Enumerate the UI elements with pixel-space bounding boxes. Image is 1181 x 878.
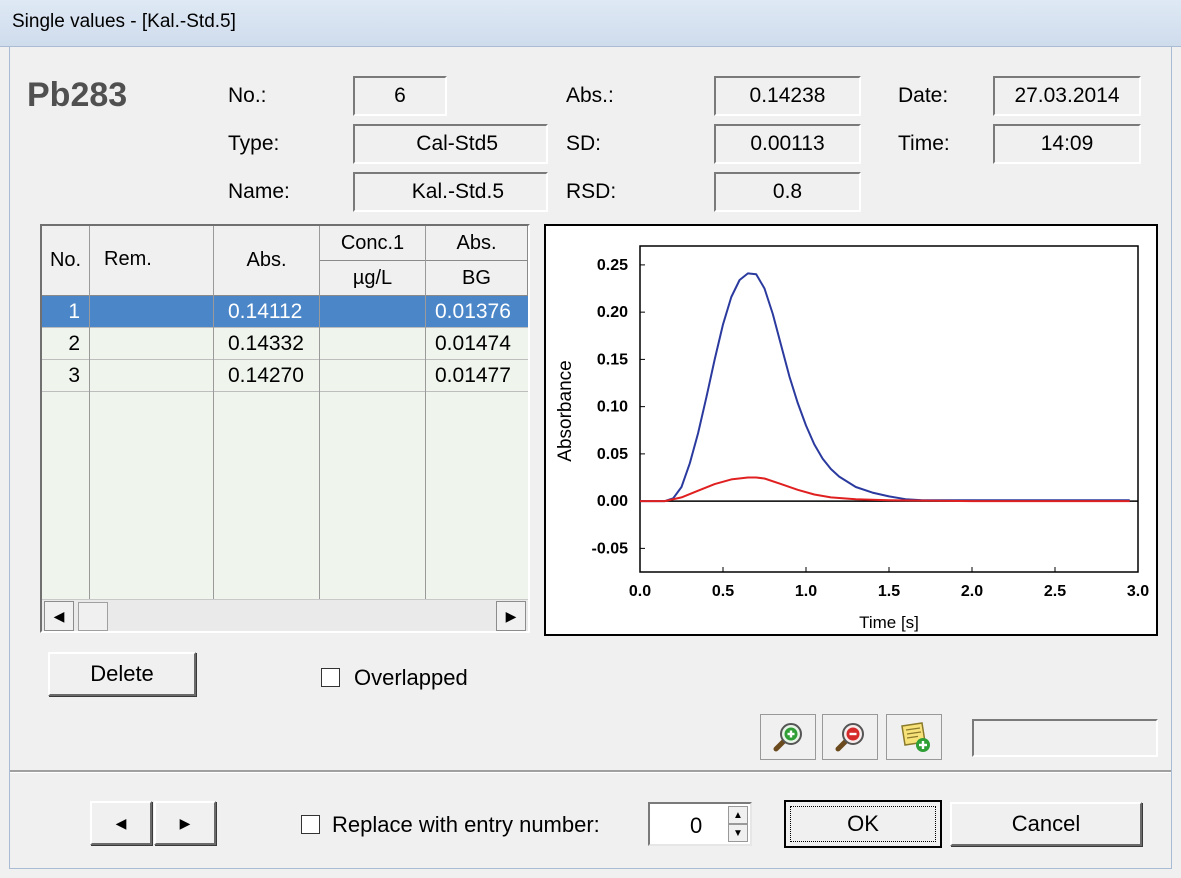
scroll-right-button[interactable]: ▶ (496, 601, 526, 631)
header-abs-bg[interactable]: Abs. (426, 226, 528, 261)
x-tick-label: 3.0 (1127, 583, 1149, 600)
column-divider (213, 226, 214, 602)
ok-button[interactable]: OK (784, 800, 942, 848)
spin-down-button[interactable]: ▼ (728, 824, 748, 842)
triangle-right-icon: ▶ (505, 607, 517, 624)
zoom-out-icon (835, 723, 864, 752)
row-abs-bg: 0.01376 (435, 300, 511, 323)
series-line-2 (640, 476, 1130, 503)
no-field: 6 (353, 76, 447, 116)
y-tick-label: -0.05 (592, 540, 629, 557)
name-field: Kal.-Std.5 (353, 172, 548, 212)
plot-area (639, 245, 1139, 573)
entry-number-value[interactable]: 0 (690, 813, 702, 839)
header-abs[interactable]: Abs. (214, 226, 320, 296)
time-label: Time: (898, 132, 950, 155)
absorbance-chart: 0.0 0.5 1.0 1.5 2.0 2.5 3.0 0.25 0.20 0.15 0.10 0.… (544, 224, 1158, 636)
scroll-left-button[interactable]: ◀ (44, 601, 74, 631)
row-no: 1 (68, 300, 80, 323)
separator (10, 770, 1171, 773)
triangle-left-icon: ◀ (53, 607, 65, 624)
arrow-left-icon: ◀ (115, 814, 127, 831)
x-tick-label: 2.5 (1044, 583, 1066, 600)
values-table[interactable]: No. Rem. Abs. Conc.1 µg/L Abs. BG 1 0.14… (40, 224, 530, 633)
table-row[interactable]: 3 0.14270 0.01477 (42, 360, 528, 392)
horizontal-scrollbar[interactable]: ◀ ▶ (42, 599, 528, 631)
series-line-1 (640, 272, 1130, 503)
type-label: Type: (228, 132, 280, 155)
name-label: Name: (228, 180, 290, 203)
triangle-up-icon: ▲ (733, 809, 743, 821)
header-no[interactable]: No. (42, 226, 90, 296)
row-abs: 0.14270 (228, 364, 304, 387)
y-tick-label: 0.15 (597, 351, 628, 368)
header-conc-unit[interactable]: µg/L (320, 261, 426, 296)
window-title: Single values - [Kal.-Std.5] (12, 11, 236, 32)
delete-button[interactable]: Delete (48, 652, 196, 696)
overlapped-label[interactable]: Overlapped (354, 665, 468, 691)
title-bar: Single values - [Kal.-Std.5] (0, 0, 1181, 47)
overlapped-checkbox[interactable] (321, 668, 340, 687)
y-tick-label: 0.05 (597, 446, 628, 463)
row-abs-bg: 0.01477 (435, 364, 511, 387)
zoom-in-icon (773, 723, 802, 752)
scroll-thumb[interactable] (78, 602, 108, 631)
chart-svg: 0.0 0.5 1.0 1.5 2.0 2.5 3.0 0.25 0.20 0.15 0.10 0.… (555, 245, 1149, 632)
triangle-down-icon: ▼ (733, 827, 743, 839)
abs-label: Abs.: (566, 84, 614, 107)
row-abs-bg: 0.01474 (435, 332, 511, 355)
x-tick-label: 0.0 (629, 583, 651, 600)
column-divider (425, 226, 426, 602)
previous-button[interactable]: ◀ (90, 801, 152, 845)
x-axis-label: Time [s] (859, 613, 919, 632)
zoom-out-button[interactable] (822, 714, 878, 760)
header-abs-bg-sub[interactable]: BG (426, 261, 528, 296)
table-row[interactable]: 1 0.14112 0.01376 (42, 296, 528, 328)
rsd-label: RSD: (566, 180, 617, 203)
rsd-field: 0.8 (714, 172, 861, 212)
replace-checkbox[interactable] (301, 815, 320, 834)
row-no: 2 (68, 332, 80, 355)
type-field: Cal-Std5 (353, 124, 548, 164)
x-tick-label: 1.5 (878, 583, 900, 600)
y-tick-label: 0.10 (597, 399, 628, 416)
add-note-button[interactable] (886, 714, 942, 760)
x-tick-label: 1.0 (795, 583, 817, 600)
x-tick-label: 2.0 (961, 583, 983, 600)
zoom-in-button[interactable] (760, 714, 816, 760)
column-divider (319, 226, 320, 602)
y-axis-label: Absorbance (555, 360, 576, 461)
spin-up-button[interactable]: ▲ (728, 806, 748, 824)
cancel-button[interactable]: Cancel (950, 802, 1142, 846)
column-divider (89, 226, 90, 602)
element-name: Pb283 (27, 76, 128, 114)
status-field (972, 719, 1158, 757)
next-button[interactable]: ▶ (154, 801, 216, 845)
sd-label: SD: (566, 132, 602, 155)
no-label: No.: (228, 84, 267, 107)
row-no: 3 (68, 364, 80, 387)
focus-rect (790, 806, 936, 842)
abs-field: 0.14238 (714, 76, 861, 116)
arrow-right-icon: ▶ (179, 814, 191, 831)
table-row[interactable]: 2 0.14332 0.01474 (42, 328, 528, 360)
notes-add-icon (901, 722, 930, 752)
row-abs: 0.14112 (228, 300, 303, 323)
y-tick-label: 0.20 (597, 304, 628, 321)
y-tick-label: 0.25 (597, 257, 628, 274)
date-label: Date: (898, 84, 949, 107)
header-rem[interactable]: Rem. (90, 226, 214, 296)
replace-label[interactable]: Replace with entry number: (332, 812, 600, 838)
date-field: 27.03.2014 (993, 76, 1141, 116)
row-abs: 0.14332 (228, 332, 304, 355)
entry-number-spinbox[interactable]: 0 ▲ ▼ (648, 802, 752, 846)
y-tick-label: 0.00 (597, 493, 628, 510)
x-tick-label: 0.5 (712, 583, 734, 600)
time-field: 14:09 (993, 124, 1141, 164)
sd-field: 0.00113 (714, 124, 861, 164)
header-conc[interactable]: Conc.1 (320, 226, 426, 261)
